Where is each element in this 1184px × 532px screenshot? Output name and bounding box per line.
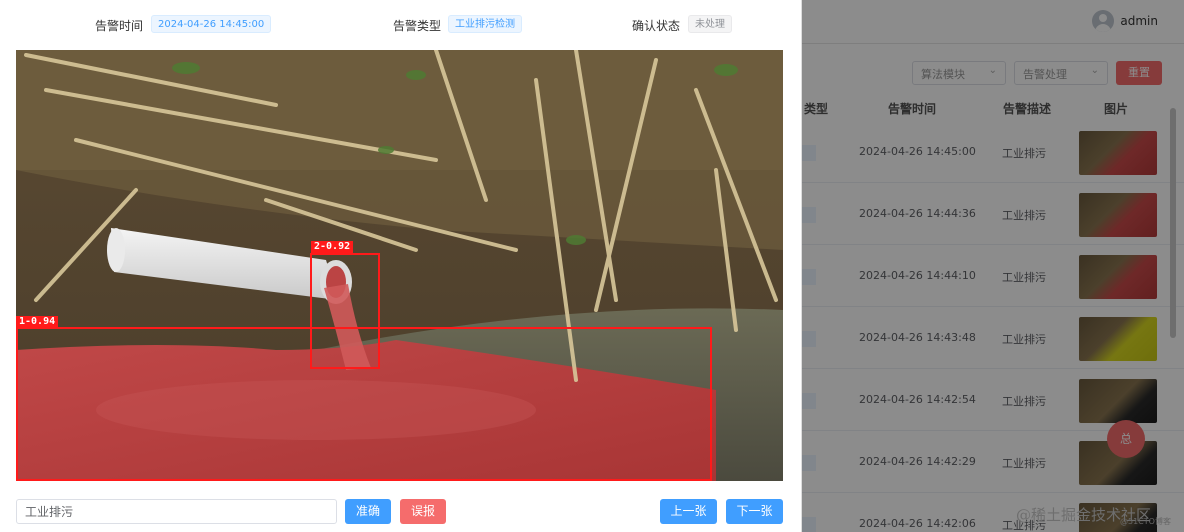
confirm-status-tag: 未处理 — [688, 15, 732, 33]
alarm-image: 2-0.92 1-0.94 — [16, 50, 783, 481]
detection-label: 2-0.92 — [311, 241, 354, 253]
alarm-time-tag: 2024-04-26 14:45:00 — [151, 15, 272, 33]
alarm-type-tag: 工业排污检测 — [448, 15, 522, 33]
alarm-detail-dialog: 告警时间 2024-04-26 14:45:00 告警类型 工业排污检测 确认状… — [0, 0, 802, 532]
alarm-description-input[interactable] — [16, 499, 337, 524]
confirm-status-label: 确认状态 — [632, 19, 681, 33]
detection-label: 1-0.94 — [16, 316, 59, 328]
previous-image-button[interactable]: 上一张 — [660, 499, 717, 524]
alarm-time-label: 告警时间 — [95, 19, 144, 33]
alarm-meta-row: 告警时间 2024-04-26 14:45:00 告警类型 工业排污检测 确认状… — [0, 14, 802, 34]
confirm-accurate-button[interactable]: 准确 — [345, 499, 391, 524]
pollution-scene-illustration — [16, 50, 783, 481]
next-image-button[interactable]: 下一张 — [726, 499, 783, 524]
false-alarm-button[interactable]: 误报 — [400, 499, 446, 524]
alarm-type-label: 告警类型 — [393, 19, 442, 33]
